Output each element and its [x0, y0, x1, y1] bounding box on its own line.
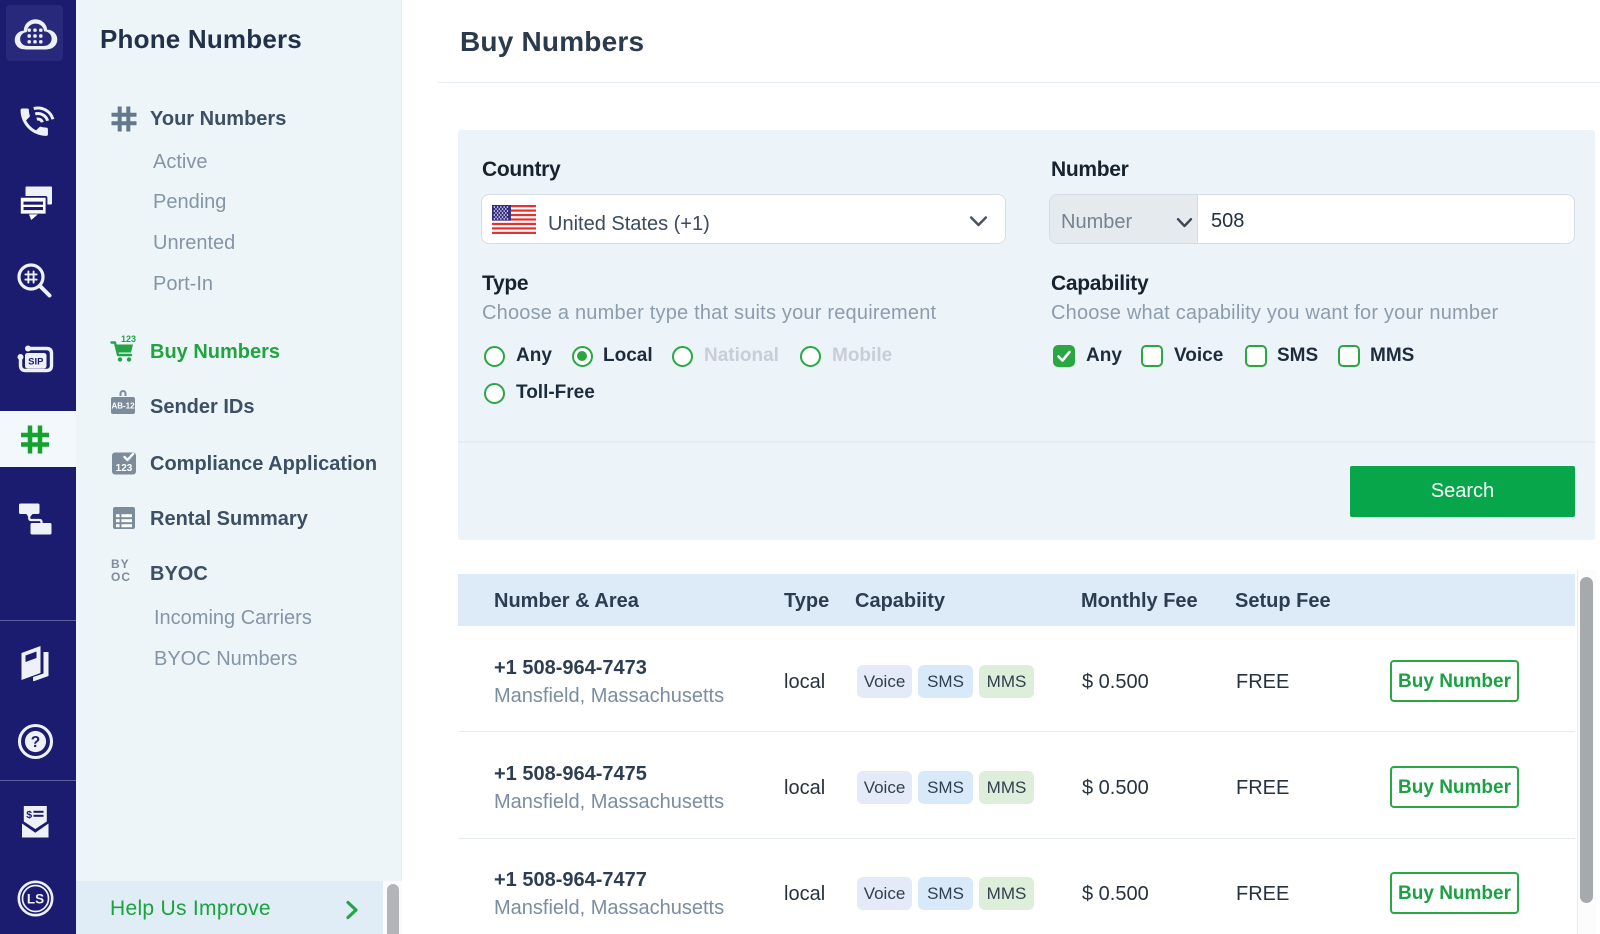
svg-text:SIP: SIP: [28, 357, 44, 368]
svg-text:123: 123: [116, 463, 133, 474]
svg-text:LS: LS: [27, 892, 44, 907]
svg-text:$: $: [26, 809, 32, 821]
svg-text:123: 123: [121, 334, 136, 344]
svg-text:?: ?: [31, 734, 40, 751]
svg-text:AB-12: AB-12: [111, 402, 135, 411]
